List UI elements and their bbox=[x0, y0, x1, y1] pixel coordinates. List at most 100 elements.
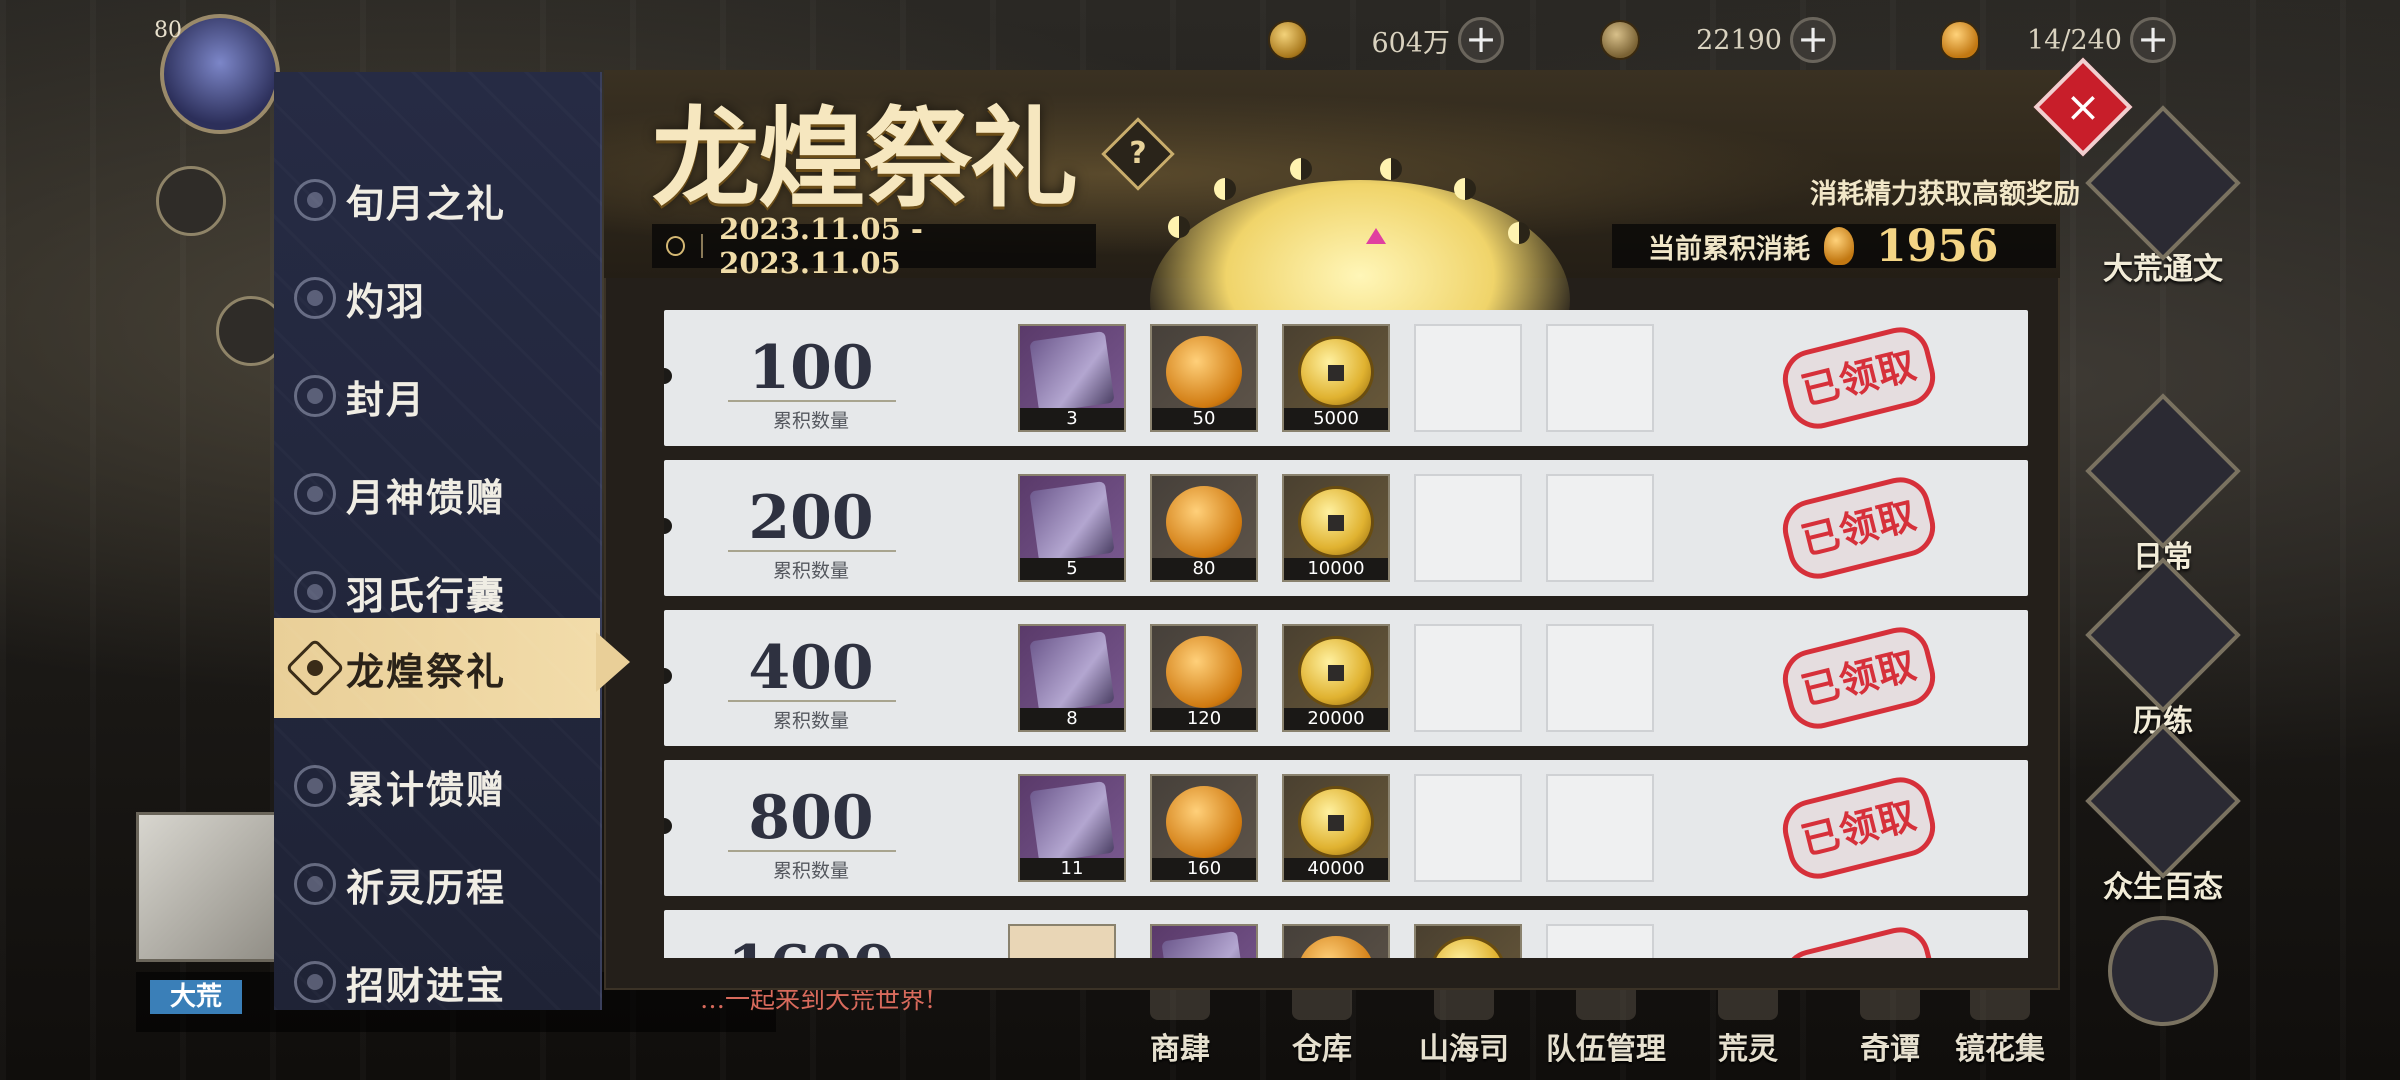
reward-item-orb[interactable] bbox=[1282, 924, 1390, 958]
reward-item-orb[interactable]: 160 bbox=[1150, 774, 1258, 882]
stamina-icon bbox=[1824, 227, 1854, 265]
sidebar-item-yueshen[interactable]: 月神馈赠 bbox=[274, 444, 600, 544]
empty-slot bbox=[1414, 474, 1522, 582]
empty-slot bbox=[1546, 924, 1654, 958]
bottom-nav-label: 仓库 bbox=[1292, 1032, 1352, 1067]
stamina-icon bbox=[1940, 20, 1980, 60]
event-title: 龙煌祭礼 bbox=[652, 96, 1078, 222]
sidebar-item-qiling[interactable]: 祈灵历程 bbox=[274, 834, 600, 934]
reward-item-coin[interactable] bbox=[1414, 924, 1522, 958]
reward-item-orb[interactable]: 50 bbox=[1150, 324, 1258, 432]
event-date-box: 2023.11.05 - 2023.11.05 bbox=[652, 212, 1096, 280]
gem-value: 22190 bbox=[1696, 24, 1782, 56]
resource-gem: 22190 + bbox=[1600, 14, 1836, 66]
sidebar-item-fengyue[interactable]: 封月 bbox=[274, 346, 600, 446]
profile-icon[interactable] bbox=[156, 166, 226, 236]
orb-icon bbox=[1298, 936, 1374, 958]
claimed-stamp: 已领取 bbox=[1776, 621, 1942, 735]
reward-item-orb[interactable]: 120 bbox=[1150, 624, 1258, 732]
ticket-icon bbox=[1029, 631, 1115, 713]
ticket-icon bbox=[1029, 481, 1115, 563]
reward-list[interactable]: 100 累积数量 3 50 5000 已领取 200 累积数量 5 80 100… bbox=[664, 308, 2028, 958]
bottom-nav-label: 荒灵 bbox=[1718, 1032, 1778, 1067]
sidebar-item-xunyue[interactable]: 旬月之礼 bbox=[274, 150, 600, 250]
sidebar-item-label: 祈灵历程 bbox=[346, 864, 507, 910]
sidebar-item-zhuoyu[interactable]: 灼羽 bbox=[274, 248, 600, 348]
claimed-stamp: 已领取 bbox=[1776, 771, 1942, 885]
reward-item-special[interactable] bbox=[1008, 924, 1116, 958]
reward-row: 200 累积数量 5 80 10000 已领取 bbox=[664, 460, 2028, 596]
bottom-nav-warehouse[interactable]: 仓库 bbox=[1252, 980, 1392, 1068]
gold-coin-icon bbox=[1268, 20, 1308, 60]
reward-item-coin[interactable]: 10000 bbox=[1282, 474, 1390, 582]
reward-item-ticket[interactable]: 5 bbox=[1018, 474, 1126, 582]
bottom-nav-shanhaisi[interactable]: 山海司 bbox=[1394, 980, 1534, 1068]
current-phase-marker-icon bbox=[1366, 228, 1386, 244]
bottom-nav: 商肆 仓库 山海司 队伍管理 荒灵 奇谭 镜花集 bbox=[1110, 980, 2070, 1067]
reward-row: 1600 bbox=[664, 910, 2028, 958]
sidebar-item-zhaocai[interactable]: 招财进宝 bbox=[274, 932, 600, 1010]
reward-item-ticket[interactable]: 3 bbox=[1018, 324, 1126, 432]
sidebar-item-leiji[interactable]: 累计馈赠 bbox=[274, 736, 600, 836]
reward-item-orb[interactable]: 80 bbox=[1150, 474, 1258, 582]
item-qty: 5 bbox=[1020, 558, 1124, 580]
right-menu-extra[interactable] bbox=[2078, 916, 2248, 1026]
empty-slot bbox=[1546, 774, 1654, 882]
add-gold-button[interactable]: + bbox=[1458, 17, 1504, 63]
coin-icon bbox=[1298, 786, 1374, 858]
compass-emblem-icon bbox=[2108, 916, 2218, 1026]
reward-item-coin[interactable]: 5000 bbox=[1282, 324, 1390, 432]
sidebar-item-longhuang[interactable]: 龙煌祭礼 bbox=[274, 618, 600, 718]
reward-item-ticket[interactable]: 8 bbox=[1018, 624, 1126, 732]
right-menu-training[interactable]: 历练 bbox=[2078, 557, 2248, 740]
tier-amount: 1600 bbox=[726, 938, 896, 958]
sidebar-emblem-icon bbox=[294, 863, 336, 905]
bottom-nav-shop[interactable]: 商肆 bbox=[1110, 980, 1250, 1068]
bottom-nav-spirits[interactable]: 荒灵 bbox=[1678, 980, 1818, 1068]
tier-amount-label: 累积数量 bbox=[772, 860, 849, 882]
sidebar-emblem-icon bbox=[294, 765, 336, 807]
item-qty: 5000 bbox=[1284, 408, 1388, 430]
reward-item-ticket[interactable] bbox=[1150, 924, 1258, 958]
reward-row: 100 累积数量 3 50 5000 已领取 bbox=[664, 310, 2028, 446]
right-menu-beings[interactable]: 众生百态 bbox=[2078, 723, 2248, 906]
cumulative-value: 1956 bbox=[1876, 220, 1999, 272]
claimed-stamp: 已领取 bbox=[1776, 471, 1942, 585]
reward-item-coin[interactable]: 20000 bbox=[1282, 624, 1390, 732]
right-menu-daily[interactable]: 日常 bbox=[2078, 393, 2248, 576]
add-gem-button[interactable]: + bbox=[1790, 17, 1836, 63]
item-qty: 10000 bbox=[1284, 558, 1388, 580]
event-sidebar: 旬月之礼 灼羽 封月 月神馈赠 羽氏行囊 龙煌祭礼 累计馈赠 祈灵历程 招财进宝 bbox=[274, 72, 602, 1010]
tier-amount: 400 bbox=[748, 633, 874, 703]
sidebar-emblem-icon bbox=[285, 638, 345, 698]
chat-channel-tag: 大荒 bbox=[150, 980, 242, 1014]
training-emblem-icon bbox=[2085, 557, 2241, 713]
character-portrait bbox=[136, 812, 286, 962]
moon-phase-icon bbox=[1290, 158, 1312, 180]
orb-icon bbox=[1166, 486, 1242, 558]
bottom-nav-team[interactable]: 队伍管理 bbox=[1536, 980, 1676, 1068]
sidebar-emblem-icon bbox=[294, 179, 336, 221]
item-qty: 20000 bbox=[1284, 708, 1388, 730]
add-stamina-button[interactable]: + bbox=[2130, 17, 2176, 63]
item-qty: 11 bbox=[1020, 858, 1124, 880]
empty-slot bbox=[1546, 324, 1654, 432]
tier-amount-label: 累积数量 bbox=[772, 710, 849, 732]
item-qty: 120 bbox=[1152, 708, 1256, 730]
sidebar-item-label: 旬月之礼 bbox=[346, 180, 507, 226]
bottom-nav-mirror[interactable]: 镜花集 bbox=[1930, 980, 2070, 1068]
item-qty: 50 bbox=[1152, 408, 1256, 430]
empty-slot bbox=[1546, 474, 1654, 582]
coin-icon bbox=[1298, 636, 1374, 708]
tier-amount: 100 bbox=[748, 333, 874, 403]
item-qty: 3 bbox=[1020, 408, 1124, 430]
moon-phase-icon bbox=[1508, 222, 1530, 244]
reward-item-ticket[interactable]: 11 bbox=[1018, 774, 1126, 882]
item-qty: 8 bbox=[1020, 708, 1124, 730]
question-icon: ? bbox=[1129, 136, 1147, 171]
reward-row: 400 累积数量 8 120 20000 已领取 bbox=[664, 610, 2028, 746]
right-menu-dahuang-tongwen[interactable]: 大荒通文 bbox=[2078, 105, 2248, 288]
orb-icon bbox=[1166, 636, 1242, 708]
reward-item-coin[interactable]: 40000 bbox=[1282, 774, 1390, 882]
cumulative-label: 当前累积消耗 bbox=[1648, 233, 1810, 265]
